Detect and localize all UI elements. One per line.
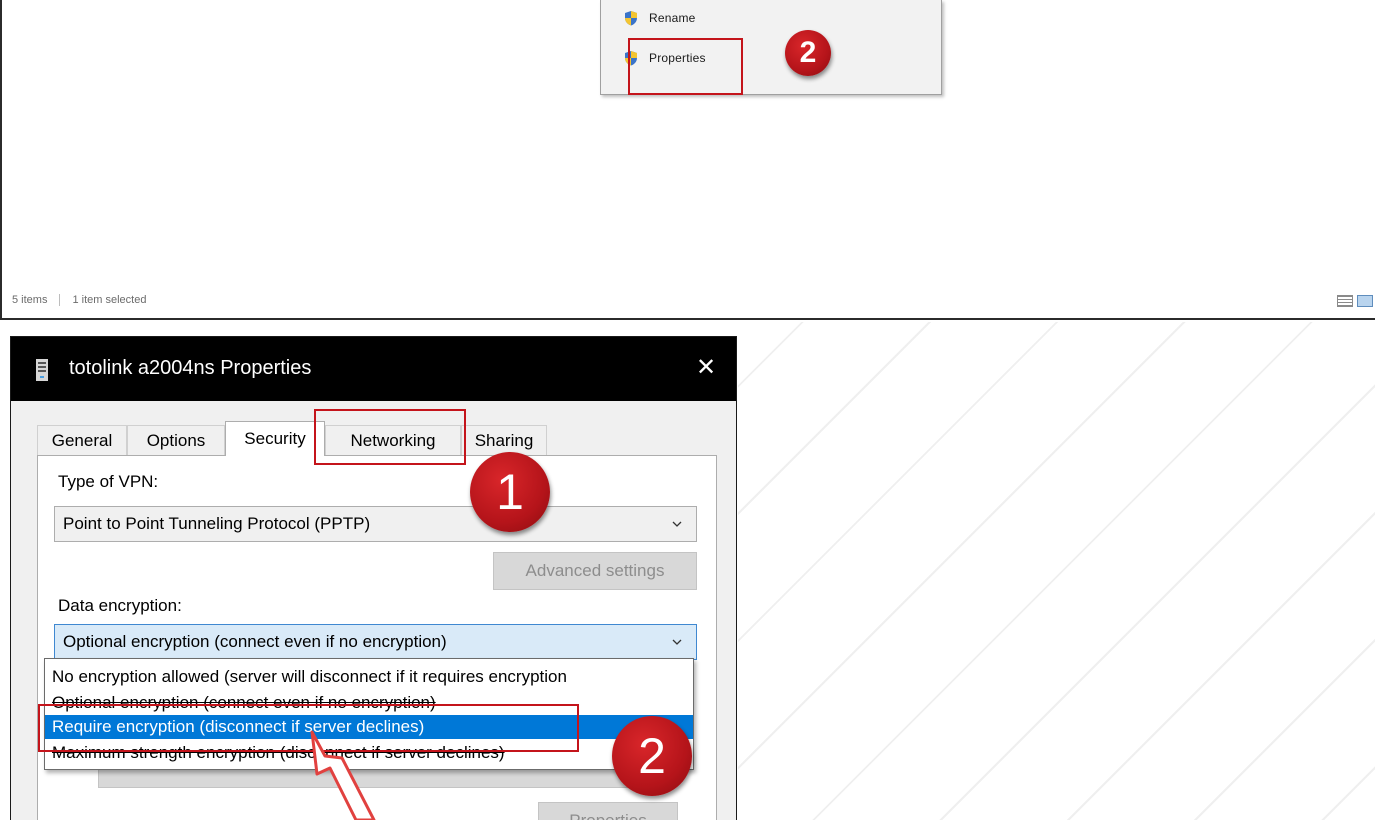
- tab-options[interactable]: Options: [127, 425, 225, 455]
- status-bar: 5 items 1 item selected: [12, 294, 146, 306]
- tab-sharing[interactable]: Sharing: [461, 425, 547, 455]
- properties-button[interactable]: Properties: [538, 802, 678, 820]
- chevron-down-icon: [672, 639, 682, 645]
- context-menu-item-rename[interactable]: Rename: [623, 6, 696, 30]
- uac-shield-icon: [625, 11, 637, 26]
- annotation-arrow: [310, 730, 376, 820]
- chevron-down-icon: [672, 521, 682, 527]
- properties-button-label: Properties: [569, 811, 646, 820]
- step-badge-require-encryption: 2: [612, 716, 692, 796]
- close-button[interactable]: ✕: [690, 351, 722, 383]
- close-icon: ✕: [695, 353, 717, 381]
- tab-security[interactable]: Security: [225, 421, 325, 456]
- details-view-icon[interactable]: [1337, 295, 1353, 307]
- highlight-box-properties: [628, 38, 743, 95]
- tab-label: Options: [146, 430, 206, 450]
- highlight-box-networking: [314, 409, 466, 465]
- advanced-settings-button[interactable]: Advanced settings: [493, 552, 697, 590]
- advanced-settings-label: Advanced settings: [525, 561, 665, 580]
- status-items-count: 5 items: [12, 294, 48, 306]
- data-encryption-select[interactable]: Optional encryption (connect even if no …: [54, 624, 697, 660]
- tab-label: Sharing: [474, 430, 534, 450]
- large-icons-view-icon[interactable]: [1357, 295, 1373, 307]
- encryption-option[interactable]: No encryption allowed (server will disco…: [45, 665, 693, 689]
- context-menu-label: Rename: [649, 11, 696, 25]
- view-toggle-group: [1337, 295, 1373, 307]
- vpn-type-label: Type of VPN:: [58, 472, 159, 491]
- data-encryption-value: Optional encryption (connect even if no …: [63, 632, 447, 651]
- file-explorer-window: Rename Properties 2 5 items 1 item selec…: [0, 0, 1375, 320]
- vpn-type-select[interactable]: Point to Point Tunneling Protocol (PPTP): [54, 506, 697, 542]
- step-badge-networking: 1: [470, 452, 550, 532]
- screenshot-root: Rename Properties 2 5 items 1 item selec…: [0, 0, 1375, 820]
- status-selected: 1 item selected: [72, 294, 147, 306]
- vpn-connection-icon: [36, 359, 48, 381]
- tab-label: General: [51, 430, 113, 450]
- dialog-title: totolink a2004ns Properties: [69, 357, 312, 379]
- step-badge-top: 2: [785, 30, 831, 76]
- dialog-title-bar[interactable]: totolink a2004ns Properties ✕: [11, 337, 736, 401]
- status-separator: [59, 294, 61, 306]
- vpn-type-value: Point to Point Tunneling Protocol (PPTP): [63, 514, 371, 533]
- data-encryption-label: Data encryption:: [58, 596, 182, 615]
- tab-label: Security: [244, 429, 306, 448]
- tab-general[interactable]: General: [37, 425, 127, 455]
- watermark-background: [738, 322, 1375, 820]
